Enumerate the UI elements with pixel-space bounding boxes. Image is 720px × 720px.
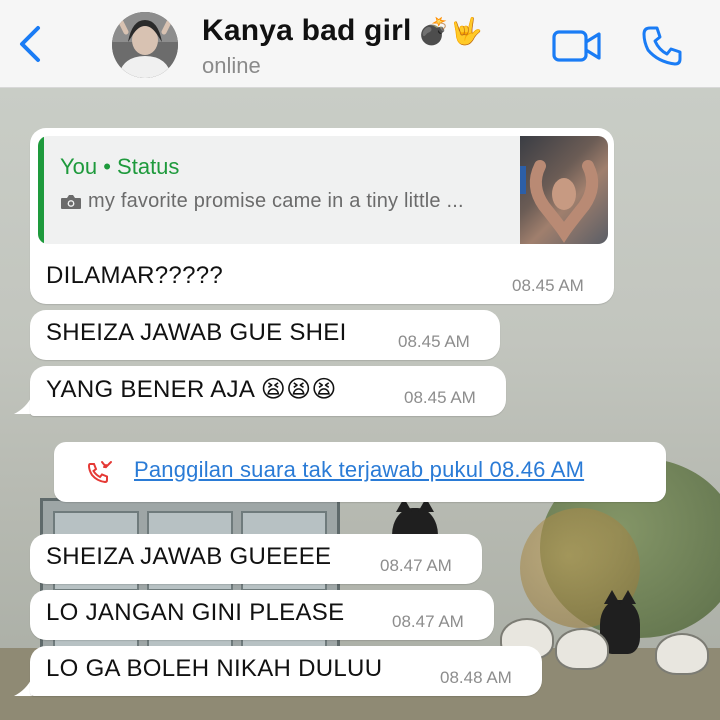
video-call-button[interactable] [552,28,602,64]
camera-icon [61,195,81,209]
status-thumbnail [520,136,608,244]
message-timestamp: 08.45 AM [404,388,476,407]
message-timestamp: 08.45 AM [398,332,470,351]
voice-call-button[interactable] [640,24,684,68]
avatar-photo [112,12,178,78]
contact-name[interactable]: Kanya bad girl 💣🤟 [202,14,483,48]
message-bubble[interactable]: You • Status my favorite promise came in… [30,128,614,304]
contact-emoji: 💣🤟 [417,17,483,47]
message-text: YANG BENER AJA 😫😫😫 [46,376,337,403]
message-bubble[interactable]: SHEIZA JAWAB GUE SHEI 08.45 AM [30,310,500,360]
quote-accent-bar [38,136,44,244]
chat-header: Kanya bad girl 💣🤟 online [0,0,720,88]
message-text: SHEIZA JAWAB GUE SHEI [46,319,347,346]
video-camera-icon [552,30,601,62]
message-bubble[interactable]: SHEIZA JAWAB GUEEEE 08.47 AM [30,534,482,584]
message-text: LO GA BOLEH NIKAH DULUU [46,655,383,682]
contact-avatar[interactable] [112,12,178,78]
message-timestamp: 08.47 AM [380,556,452,575]
message-text: DILAMAR????? [46,262,224,289]
white-cat-illustration [555,628,609,670]
message-bubble[interactable]: YANG BENER AJA 😫😫😫 08.45 AM [30,366,506,416]
back-button[interactable] [14,22,48,66]
contact-name-text: Kanya bad girl [202,14,412,47]
chevron-left-icon [20,26,40,62]
contact-status: online [202,53,261,78]
message-bubble[interactable]: LO GA BOLEH NIKAH DULUU 08.48 AM [30,646,542,696]
message-timestamp: 08.48 AM [440,668,512,687]
quoted-status-reply[interactable]: You • Status my favorite promise came in… [38,136,608,244]
missed-call-text[interactable]: Panggilan suara tak terjawab pukul 08.46… [134,457,584,483]
quote-text: my favorite promise came in a tiny littl… [88,190,464,212]
hands-heart-image [520,160,599,243]
quote-title: You • Status [60,154,180,179]
phone-icon [642,26,682,66]
message-text: SHEIZA JAWAB GUEEEE [46,543,332,570]
message-text: LO JANGAN GINI PLEASE [46,599,345,626]
white-cat-illustration [655,633,709,675]
missed-call-icon [87,461,112,484]
message-bubble[interactable]: LO JANGAN GINI PLEASE 08.47 AM [30,590,494,640]
message-timestamp: 08.47 AM [392,612,464,631]
missed-call-notice[interactable]: Panggilan suara tak terjawab pukul 08.46… [54,442,666,502]
message-timestamp: 08.45 AM [512,276,584,295]
